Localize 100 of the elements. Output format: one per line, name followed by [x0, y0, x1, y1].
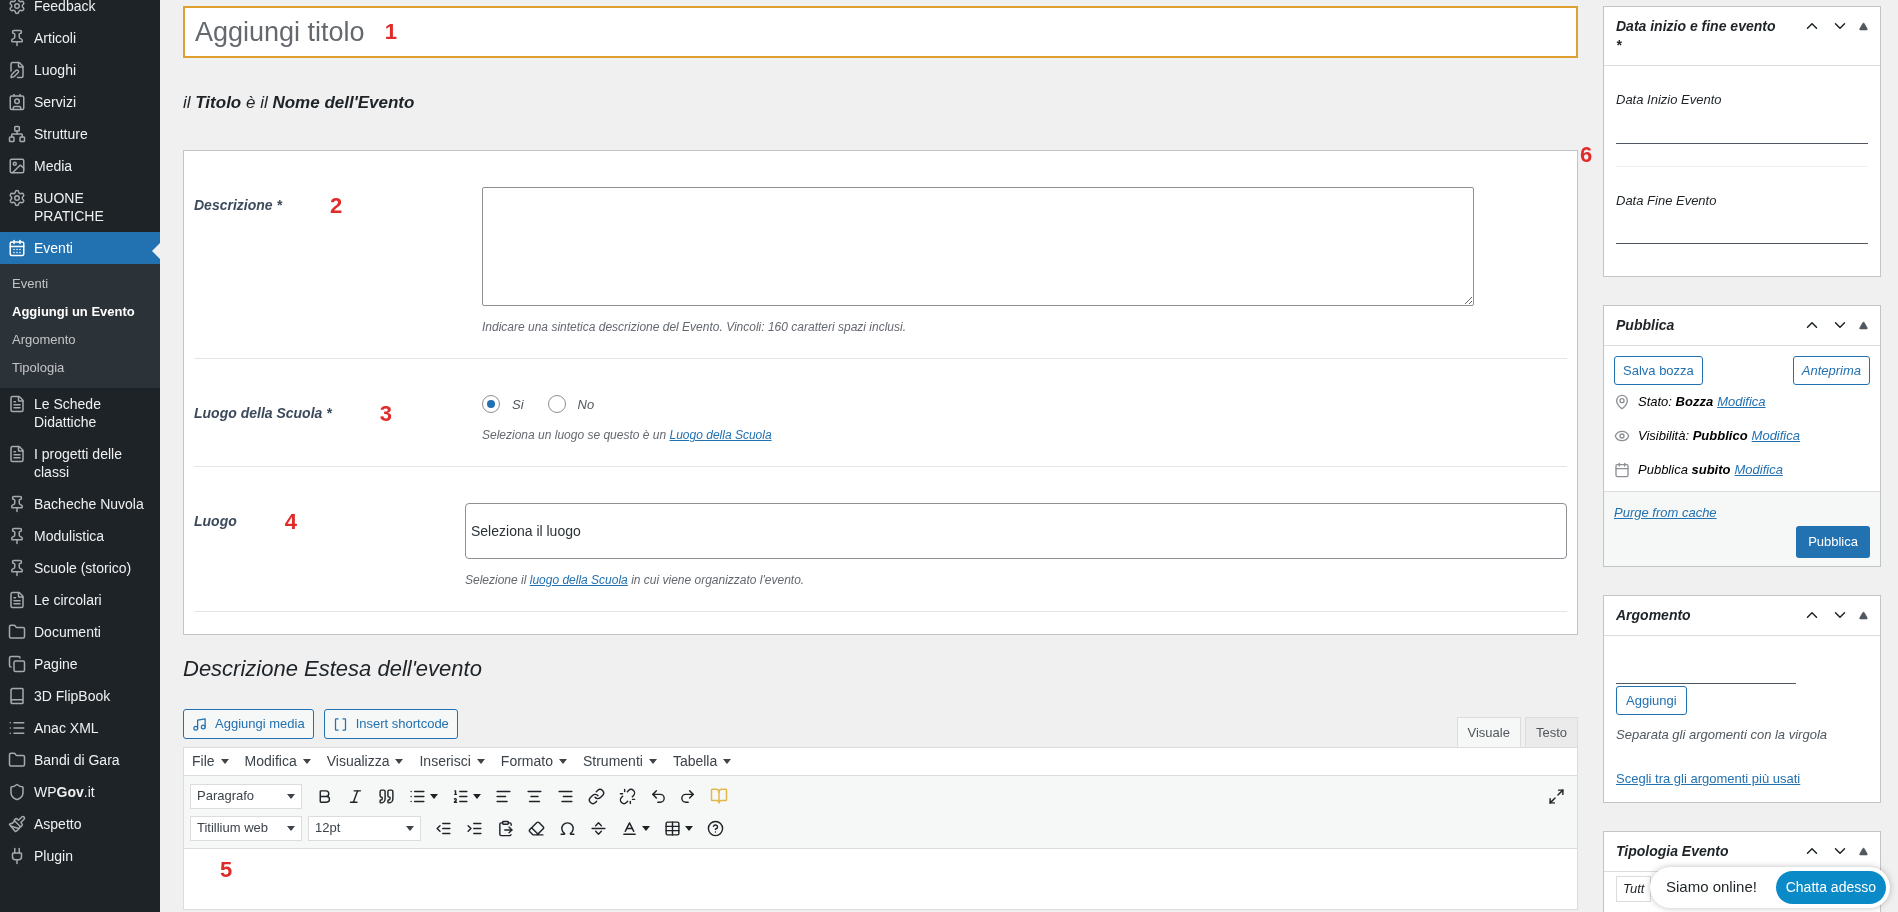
sidebar-item[interactable]: BUONE PRATICHE	[0, 182, 160, 232]
collapse-icon[interactable]	[1859, 320, 1868, 330]
sidebar-item[interactable]: I progetti delle classi	[0, 438, 160, 488]
place-select[interactable]: Seleziona il luogo	[465, 503, 1567, 559]
help-link[interactable]: luogo della Scuola	[529, 573, 628, 587]
menu-item[interactable]: File	[192, 751, 229, 772]
sidebar-item[interactable]: Bandi di Gara	[0, 744, 160, 776]
sidebar-item[interactable]: Bacheche Nuvola	[0, 488, 160, 520]
menu-item[interactable]: Strumenti	[582, 751, 657, 772]
box-title: Data inizio e fine evento *	[1616, 17, 1776, 55]
gear-icon	[8, 0, 26, 15]
menu-item[interactable]: Formato	[500, 751, 567, 772]
sidebar-item[interactable]: Luoghi	[0, 54, 160, 86]
box-title: Argomento	[1616, 606, 1692, 625]
sidebar-item[interactable]: Pagine	[0, 648, 160, 680]
caret-icon	[473, 793, 481, 799]
menu-item[interactable]: Inserisci	[419, 751, 485, 772]
collapse-icon[interactable]	[1859, 610, 1868, 620]
purge-link[interactable]: Purge from cache	[1614, 505, 1717, 520]
help-text: Selezione il luogo della Scuola in cui viene organizzato l'evento.	[465, 572, 806, 589]
submenu-item[interactable]: Eventi	[0, 270, 160, 298]
sidebar-item[interactable]: Modulistica	[0, 520, 160, 552]
sidebar-item[interactable]: Documenti	[0, 616, 160, 648]
submenu-item[interactable]: Argomento	[0, 326, 160, 354]
collapse-icon[interactable]	[1859, 846, 1868, 856]
editor-tab[interactable]: Visuale	[1456, 717, 1521, 747]
caret-icon	[302, 759, 311, 764]
sidebar-item[interactable]: Aspetto	[0, 808, 160, 840]
sidebar-item[interactable]: Anac XML	[0, 712, 160, 744]
calendar-icon	[8, 239, 26, 257]
brush-icon	[8, 815, 26, 833]
edit-link[interactable]: Modifica	[1751, 426, 1800, 446]
submenu-item[interactable]: Tipologia	[0, 354, 160, 382]
title-field[interactable]: Aggiungi titolo 1	[183, 6, 1578, 58]
sidebar-item[interactable]: 3D FlipBook	[0, 680, 160, 712]
sidebar-item[interactable]: Strutture	[0, 118, 160, 150]
field-label: Luogo	[194, 512, 237, 531]
collapse-icon[interactable]	[1859, 21, 1868, 31]
help-text: Seleziona un luogo se questo è un Luogo della Scuola	[482, 427, 772, 444]
text-color-icon	[621, 819, 638, 837]
description-field[interactable]	[482, 186, 1474, 306]
menu-item[interactable]: Visualizza	[326, 751, 404, 772]
toolbar-select[interactable]: Paragrafo	[190, 783, 302, 809]
shortcode-button[interactable]: Insert shortcode	[323, 709, 458, 739]
quote-icon	[378, 787, 395, 805]
radio-button[interactable]	[547, 395, 566, 414]
redo-icon	[679, 787, 696, 805]
annotation-number: 6	[1580, 143, 1593, 169]
preview-button[interactable]: Anteprima	[1792, 356, 1870, 385]
publish-button[interactable]: Pubblica	[1796, 526, 1870, 558]
brackets-icon	[332, 716, 348, 732]
edit-link[interactable]: Modifica	[1734, 460, 1783, 480]
editor-content[interactable]: 5	[184, 849, 1577, 909]
chat-button[interactable]: Chatta adesso	[1775, 871, 1886, 904]
document-icon	[8, 445, 26, 463]
menu-item[interactable]: Tabella	[672, 751, 732, 772]
caret-icon	[287, 825, 295, 831]
caret-icon	[685, 825, 693, 831]
paste-icon	[497, 819, 514, 837]
hint-text: Separata gli argomenti con la virgola	[1616, 726, 1828, 744]
caret-icon	[287, 793, 295, 799]
add-media-button[interactable]: Aggiungi media	[183, 709, 314, 739]
help-icon	[707, 819, 724, 837]
radio-button[interactable]	[482, 395, 500, 414]
menu-item[interactable]: Modifica	[244, 751, 311, 772]
sidebar-item[interactable]: Servizi	[0, 86, 160, 118]
sidebar-item[interactable]: Plugin	[0, 840, 160, 872]
submenu-item[interactable]: Aggiungi un Evento	[0, 298, 160, 326]
sidebar-item[interactable]: Media	[0, 150, 160, 182]
help-link[interactable]: Luogo della Scuola	[669, 428, 772, 442]
sidebar-item[interactable]: Le Schede Didattiche	[0, 388, 160, 438]
most-used-link[interactable]: Scegli tra gli argomenti più usati	[1616, 768, 1868, 788]
date-label: Data Inizio Evento	[1616, 91, 1723, 109]
edit-link[interactable]: Modifica	[1717, 392, 1766, 412]
save-draft-button[interactable]: Salva bozza	[1614, 356, 1703, 385]
toolbar-select[interactable]: Titillium web	[190, 815, 302, 841]
toolbar-select[interactable]: 12pt	[308, 815, 421, 841]
document-pen-icon	[8, 61, 26, 79]
sidebar-item[interactable]: Le circolari	[0, 584, 160, 616]
pin-icon	[8, 527, 26, 545]
document-icon	[8, 395, 26, 413]
pin-icon	[1614, 394, 1630, 410]
link-icon	[588, 787, 605, 805]
unlink-icon	[619, 787, 636, 805]
hierarchy-icon	[8, 125, 26, 143]
category-tab[interactable]: Tutt	[1616, 876, 1652, 902]
add-button[interactable]: Aggiungi	[1616, 686, 1687, 715]
sidebar-item[interactable]: Scuole (storico)	[0, 552, 160, 584]
sidebar-item[interactable]: Articoli	[0, 22, 160, 54]
sidebar-item[interactable]: WPGov.it	[0, 776, 160, 808]
caret-icon	[723, 759, 732, 764]
pin-icon	[8, 559, 26, 577]
sidebar-item[interactable]: Feedback	[0, 0, 160, 22]
table-icon	[664, 819, 681, 837]
sidebar-item[interactable]: Eventi	[0, 232, 160, 264]
numbered-list-icon	[452, 787, 469, 805]
status-text: Pubblica subito	[1638, 461, 1731, 480]
shield-icon	[8, 783, 26, 801]
editor-tab[interactable]: Testo	[1524, 717, 1578, 747]
field-label: Descrizione *	[194, 195, 282, 215]
